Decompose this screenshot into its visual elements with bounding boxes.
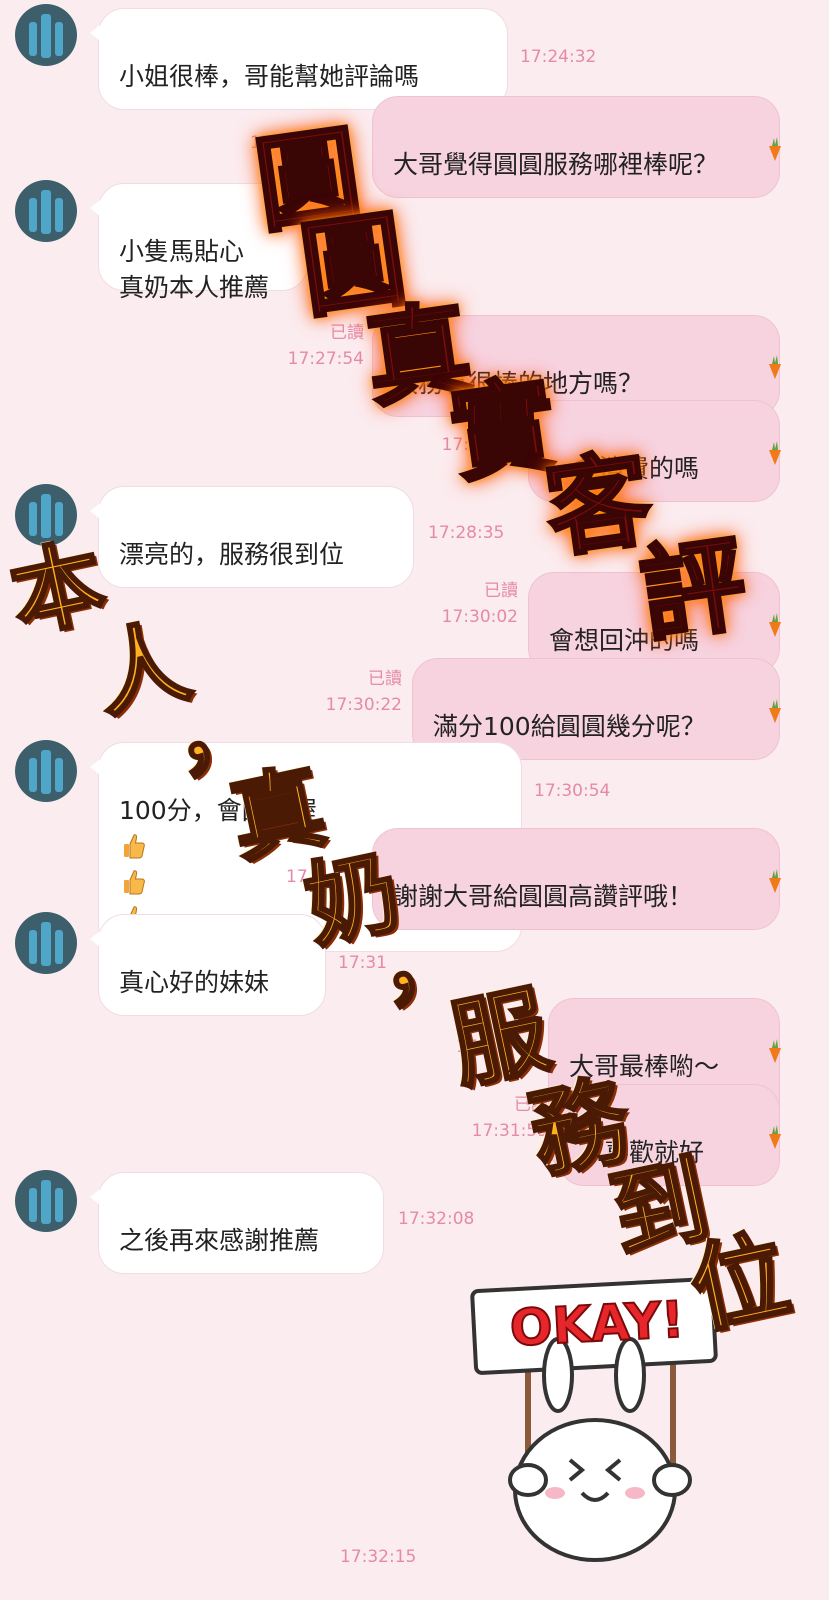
- avatar[interactable]: [15, 912, 77, 974]
- message-text: 之後再來感謝推薦: [119, 1226, 320, 1255]
- message-text: 100分，會回沖喔: [119, 796, 317, 825]
- timestamp: 17:32:08: [398, 1209, 475, 1229]
- carrot-icon: [769, 613, 781, 637]
- avatar[interactable]: [15, 484, 77, 546]
- headline-char: 圓: [292, 196, 417, 335]
- slogan-char: 人: [85, 606, 201, 733]
- message-bubble[interactable]: 漂亮的，服務很到位: [90, 486, 414, 588]
- message-text: 謝謝大哥給圓圓高讚評哦！: [393, 882, 694, 911]
- carrot-icon: [769, 1039, 781, 1063]
- message-text: 大哥覺得圓圓服務哪裡棒呢？: [393, 150, 719, 179]
- read-receipt: 已讀: [514, 1095, 548, 1115]
- avatar[interactable]: [15, 1170, 77, 1232]
- message-bubble[interactable]: 小姐很棒，哥能幫她評論嗎: [90, 8, 508, 110]
- message-text: …會消費的嗎: [549, 454, 700, 483]
- message-bubble[interactable]: …會消費的嗎: [528, 400, 780, 502]
- message-text: …喜歡就好: [579, 1138, 705, 1167]
- timestamp: 17:27:54: [287, 349, 364, 369]
- carrot-icon: [769, 137, 781, 161]
- message-text: 真心好的妹妹: [119, 968, 270, 997]
- thumbs-up-icon: [124, 870, 145, 895]
- carrot-icon: [769, 699, 781, 723]
- message-text: 小姐很棒，哥能幫她評論嗎: [119, 62, 420, 91]
- okay-sticker[interactable]: OKAY!: [470, 1275, 720, 1565]
- timestamp: 17:24:32: [520, 47, 597, 67]
- message-text: 滿分100給圓圓幾分呢？: [433, 712, 706, 741]
- timestamp: 17:28:10: [441, 435, 518, 455]
- message-bubble[interactable]: 謝謝大哥給圓圓高讚評哦！: [372, 828, 780, 930]
- message-bubble[interactable]: 小隻馬貼心 真奶本人推薦: [90, 183, 308, 302]
- timestamp: 17:31: [338, 953, 387, 973]
- okay-sign-text: OKAY!: [508, 1289, 687, 1358]
- avatar[interactable]: [15, 740, 77, 802]
- timestamp: 17:31:59: [471, 1121, 548, 1141]
- message-text: 服務有很棒的地方嗎？: [393, 369, 644, 398]
- chat-thread[interactable]: 小姐很棒，哥能幫她評論嗎 17:24:32 17 大哥覺得圓圓服務哪裡棒呢？ 小…: [0, 0, 829, 1600]
- avatar[interactable]: [15, 4, 77, 66]
- carrot-icon: [769, 869, 781, 893]
- message-bubble[interactable]: 之後再來感謝推薦: [90, 1172, 384, 1274]
- read-receipt: 已讀: [330, 323, 364, 343]
- avatar[interactable]: [15, 180, 77, 242]
- message-text: 小隻馬貼心 真奶本人推薦: [119, 237, 270, 302]
- carrot-icon: [769, 1125, 781, 1149]
- timestamp: 17: [456, 1037, 478, 1057]
- timestamp: 17:28:35: [428, 523, 505, 543]
- timestamp: 17:30:54: [534, 781, 611, 801]
- read-receipt: 已讀: [368, 669, 402, 689]
- timestamp: 17:32:15: [340, 1547, 417, 1567]
- message-bubble[interactable]: 真心好的妹妹: [90, 914, 326, 1016]
- slogan-char: 服: [440, 971, 561, 1104]
- timestamp: 17:30:02: [441, 607, 518, 627]
- thumbs-up-icon: [124, 834, 145, 859]
- message-bubble[interactable]: …喜歡就好: [558, 1084, 780, 1186]
- message-text: 會想回沖的嗎: [549, 626, 700, 655]
- carrot-icon: [769, 441, 781, 465]
- read-receipt: 已讀: [484, 409, 518, 429]
- timestamp: 17: [250, 133, 272, 153]
- carrot-icon: [769, 355, 781, 379]
- timestamp: 17:30:22: [325, 695, 402, 715]
- message-bubble[interactable]: 大哥覺得圓圓服務哪裡棒呢？: [372, 96, 780, 198]
- timestamp: 17: [286, 867, 308, 887]
- message-text: 漂亮的，服務很到位: [119, 540, 345, 569]
- read-receipt: 已讀: [484, 581, 518, 601]
- message-text: 大哥最棒喲～: [569, 1052, 720, 1081]
